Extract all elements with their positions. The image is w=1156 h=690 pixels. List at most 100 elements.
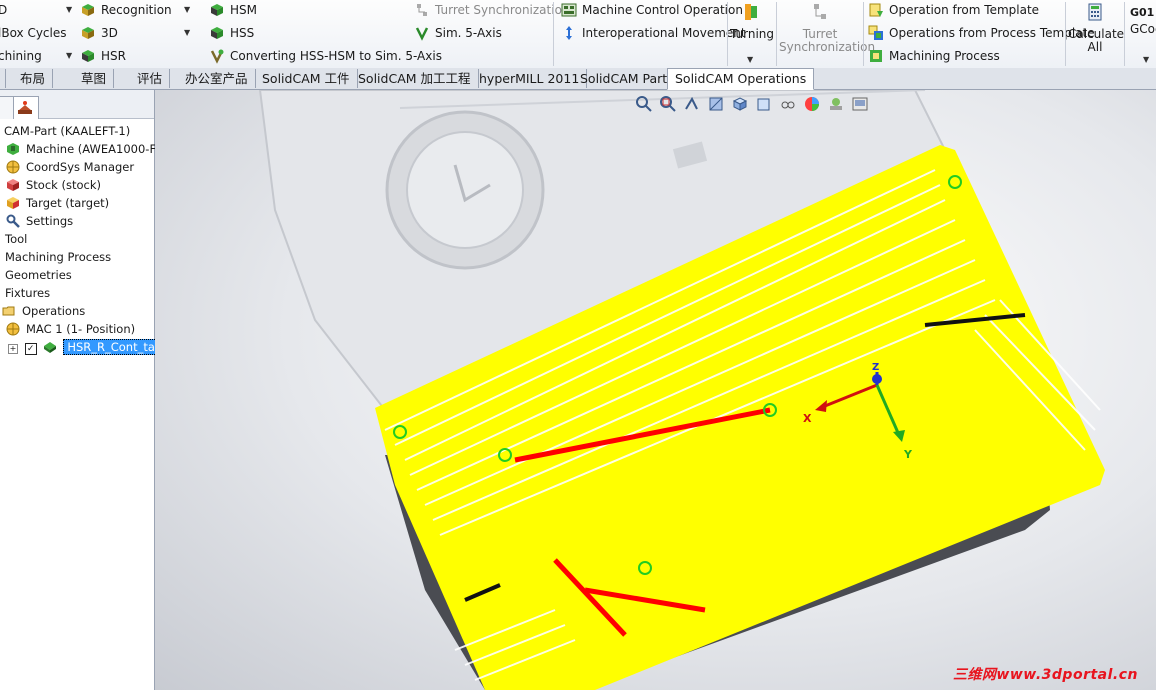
apply-scene-icon[interactable] [827, 95, 845, 113]
calculate-all-button[interactable]: Calculate All [1068, 2, 1124, 54]
tree-item-label: CoordSys Manager [26, 160, 135, 174]
ribbon-item-hss[interactable]: HSS [209, 23, 254, 43]
tree-item-settings[interactable]: Settings [6, 212, 73, 230]
ribbon-item-machining[interactable]: chining [0, 46, 42, 66]
tab-solidcam-part[interactable]: SolidCAM Part [573, 69, 676, 88]
ribbon-label: D [0, 3, 8, 17]
ribbon-label: Machine Control Operation [582, 3, 743, 17]
turning-button[interactable]: Turning [730, 2, 774, 41]
section-view-icon[interactable] [707, 95, 725, 113]
tree-item-mac[interactable]: MAC 1 (1- Position) [6, 320, 135, 338]
graphics-viewport[interactable]: X Y Z 三维网www.3dportal.cn [155, 90, 1156, 690]
tree-item-label: Geometries [5, 268, 72, 282]
tree-item-tool[interactable]: Tool [5, 230, 27, 248]
tree-item-coordsys-manager[interactable]: CoordSys Manager [6, 158, 134, 176]
ribbon-item-3d[interactable]: 3D [80, 23, 118, 43]
tree-item-target[interactable]: Target (target) [6, 194, 109, 212]
ribbon-separator [1065, 2, 1066, 66]
chevron-down-icon[interactable]: ▼ [66, 51, 72, 60]
ribbon-item-hsr[interactable]: HSR [80, 46, 126, 66]
hsr-operation-icon [44, 342, 57, 353]
tree-item-label: Settings [26, 214, 74, 228]
ribbon-label: chining [0, 49, 42, 63]
command-manager-tabs: 布局 草图 评估 办公室产品 SolidCAM 工件 SolidCAM 加工工程… [0, 68, 1156, 90]
ribbon-item-turret-sync[interactable]: Turret Synchronization [414, 0, 570, 20]
ribbon-item-hsm[interactable]: HSM [209, 0, 257, 20]
panel-tab-solidcam[interactable] [13, 96, 39, 119]
tab-sketch[interactable]: 草图 [74, 69, 115, 88]
tree-item-geometries[interactable]: Geometries [5, 266, 72, 284]
display-style-icon[interactable] [755, 95, 773, 113]
ribbon-label: lBox Cycles [0, 26, 67, 40]
tree-item-hsr-operation[interactable]: + ✓ HSR_R_Cont_targ [8, 338, 171, 356]
tab-solidcam-operations[interactable]: SolidCAM Operations [667, 68, 815, 90]
ribbon-item-toolbox-cycles[interactable]: lBox Cycles [0, 23, 67, 43]
ribbon-label: HSS [230, 26, 255, 40]
tab-evaluate[interactable]: 评估 [130, 69, 171, 88]
chevron-down-icon[interactable]: ▼ [184, 5, 190, 14]
previous-view-icon[interactable] [683, 95, 701, 113]
ribbon-label: Recognition [101, 3, 172, 17]
ribbon-item-machine-control-operation[interactable]: Machine Control Operation [561, 0, 743, 20]
feature-manager-panel: CAM-Part (KAALEFT-1) Machine (AWEA1000-F… [0, 90, 171, 690]
view-settings-icon[interactable] [851, 95, 869, 113]
tree-item-machining-process[interactable]: Machining Process [5, 248, 111, 266]
tree-item-label: Operations [22, 304, 86, 318]
ribbon-item-sim-5-axis[interactable]: Sim. 5-Axis [414, 23, 502, 43]
solidcam-cake-icon [18, 101, 32, 114]
movement-icon [566, 26, 572, 40]
ribbon-item-machining-process[interactable]: Machining Process [868, 46, 1000, 66]
ribbon-label: Interoperational Movement [582, 26, 746, 40]
tab-hypermill-2011[interactable]: hyperMILL 2011 [472, 69, 588, 88]
ribbon-item-interoperational-movement[interactable]: Interoperational Movement [561, 23, 746, 43]
ribbon-separator [863, 2, 864, 66]
machine-control-icon [561, 3, 577, 17]
chevron-down-icon[interactable]: ▼ [747, 55, 753, 64]
axis-y-label: Y [903, 448, 913, 461]
model-scene: X Y Z [258, 90, 1105, 690]
checkbox-checked[interactable]: ✓ [24, 343, 37, 355]
tab-partial[interactable] [0, 69, 6, 88]
gcode-button[interactable]: G01 GCod [1130, 2, 1156, 36]
machining-process-icon [870, 50, 882, 62]
tree-item-operations[interactable]: Operations [2, 302, 85, 320]
recognition-icon [82, 4, 94, 16]
machine-icon [7, 143, 19, 155]
chevron-down-icon[interactable]: ▼ [1143, 55, 1149, 64]
expand-icon[interactable]: + [8, 344, 18, 354]
folder-open-icon [2, 306, 15, 316]
template-icon [869, 3, 883, 17]
tab-office-products[interactable]: 办公室产品 [178, 69, 256, 88]
turret-synchronization-button[interactable]: Turret Synchronization [779, 2, 875, 54]
tree-item-label: Tool [5, 232, 28, 246]
ribbon-item-operation-from-template[interactable]: Operation from Template [868, 0, 1039, 20]
ribbon-item-d[interactable]: D [0, 0, 7, 20]
ribbon-label: 3D [101, 26, 118, 40]
ribbon-item-operations-from-process-template[interactable]: Operations from Process Template [868, 23, 1095, 43]
3d-icon [82, 27, 94, 39]
watermark: 三维网www.3dportal.cn [952, 667, 1138, 683]
tab-solidcam-machining-project[interactable]: SolidCAM 加工工程 [351, 69, 479, 88]
target-icon [7, 197, 19, 209]
zoom-to-area-icon[interactable] [659, 95, 677, 113]
tree-item-machine[interactable]: Machine (AWEA1000-FAN [6, 140, 171, 158]
chevron-down-icon[interactable]: ▼ [66, 5, 72, 14]
zoom-to-fit-icon[interactable] [635, 95, 653, 113]
chevron-down-icon[interactable]: ▼ [184, 28, 190, 37]
ribbon-item-recognition[interactable]: Recognition [80, 0, 172, 20]
tree-item-fixtures[interactable]: Fixtures [5, 284, 50, 302]
hide-show-items-icon[interactable] [779, 95, 797, 113]
tree-item-cam-part[interactable]: CAM-Part (KAALEFT-1) [0, 122, 130, 140]
turret-icon [417, 4, 427, 16]
tree-item-stock[interactable]: Stock (stock) [6, 176, 101, 194]
hsr-icon [82, 50, 94, 62]
tree-item-label: Machine (AWEA1000-FAN [26, 142, 172, 156]
sim-5-axis-icon [415, 27, 429, 41]
tab-layout[interactable]: 布局 [13, 69, 54, 88]
edit-appearance-icon[interactable] [803, 95, 821, 113]
tree-item-label: Stock (stock) [26, 178, 101, 192]
ribbon-item-converting-hss-hsm[interactable]: Converting HSS-HSM to Sim. 5-Axis [209, 46, 442, 66]
panel-tab-feature[interactable] [0, 96, 14, 119]
view-orientation-icon[interactable] [731, 95, 749, 113]
tab-solidcam-workpiece[interactable]: SolidCAM 工件 [255, 69, 358, 88]
